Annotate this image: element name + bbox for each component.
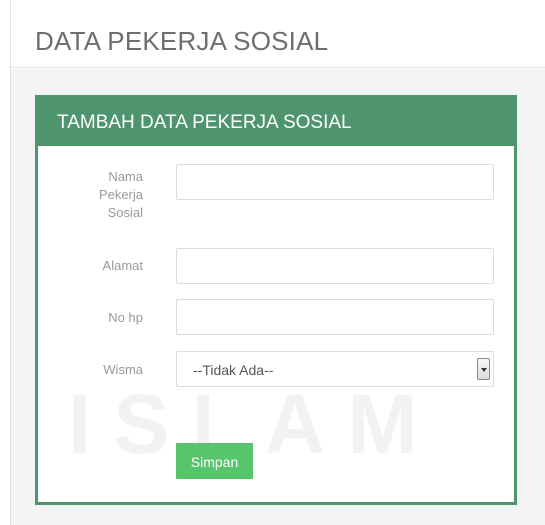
panel-heading: TAMBAH DATA PEKERJA SOSIAL [38, 98, 514, 146]
no-hp-label: No hp [108, 310, 143, 325]
panel-body: ISLAM Nama Pekerja Sosial Alamat No hp W… [38, 146, 514, 502]
nama-pekerja-sosial-label: Nama Pekerja Sosial [43, 168, 143, 222]
nama-label-line: Pekerja [98, 187, 143, 202]
wisma-select[interactable]: --Tidak Ada-- [176, 351, 494, 387]
wisma-label: Wisma [103, 362, 143, 377]
alamat-input[interactable] [176, 248, 494, 284]
wisma-selected-value: --Tidak Ada-- [193, 362, 274, 378]
watermark-logo: ISLAM [68, 377, 440, 471]
page: DATA PEKERJA SOSIAL TAMBAH DATA PEKERJA … [0, 0, 545, 525]
nama-pekerja-sosial-input[interactable] [176, 164, 494, 200]
simpan-button[interactable]: Simpan [176, 443, 253, 479]
add-social-worker-panel: TAMBAH DATA PEKERJA SOSIAL ISLAM Nama Pe… [35, 95, 517, 505]
page-header: DATA PEKERJA SOSIAL [11, 0, 545, 68]
nama-label-line: Sosial [107, 205, 143, 220]
nama-label-line: Nama [108, 169, 143, 184]
no-hp-input[interactable] [176, 299, 494, 335]
dropdown-arrow-icon[interactable] [477, 358, 490, 380]
alamat-label: Alamat [102, 258, 143, 273]
page-title: DATA PEKERJA SOSIAL [35, 26, 329, 56]
